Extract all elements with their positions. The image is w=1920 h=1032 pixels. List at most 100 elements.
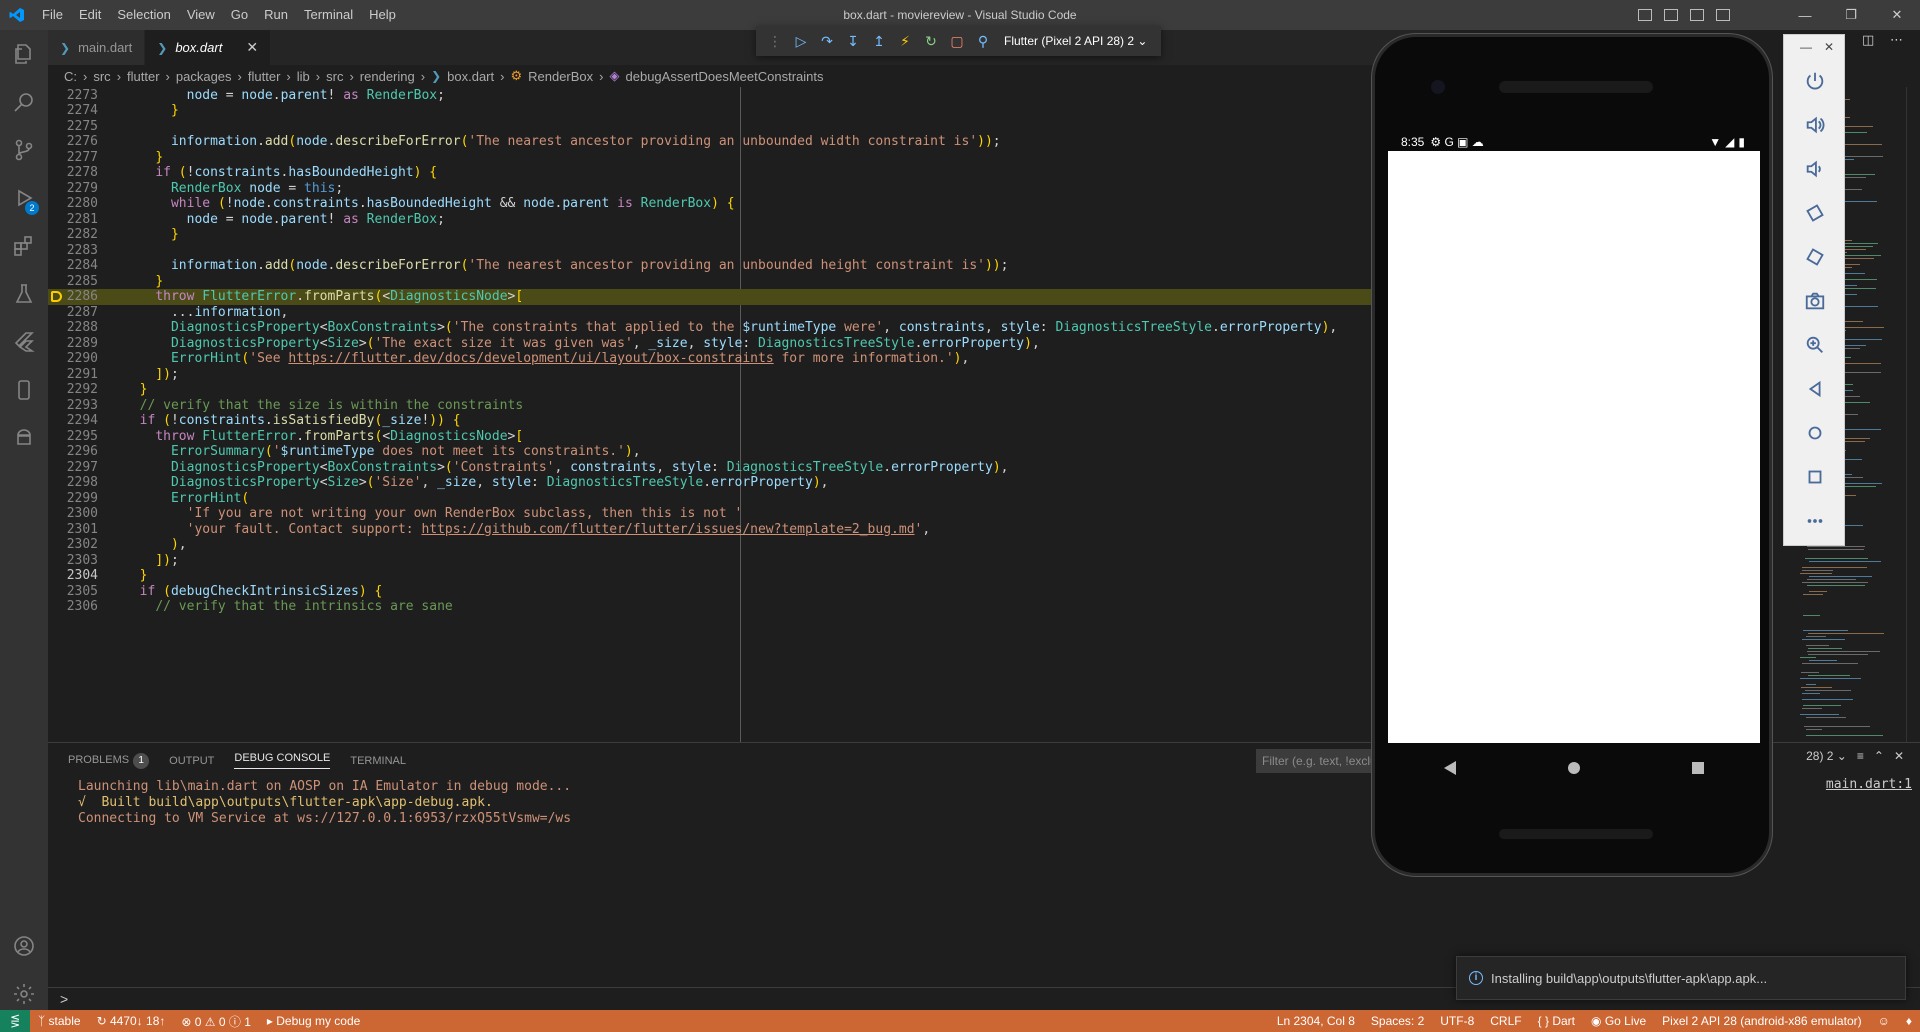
device-selector[interactable]: Flutter (Pixel 2 API 28) 2 ⌄ bbox=[996, 34, 1155, 48]
split-editor-icon[interactable]: ◫ bbox=[1862, 32, 1874, 48]
breadcrumb-item[interactable]: debugAssertDoesMeetConstraints bbox=[626, 69, 824, 84]
code-line[interactable]: 2306 // verify that the intrinsics are s… bbox=[48, 599, 1400, 615]
tab-problems[interactable]: PROBLEMS 1 bbox=[68, 752, 150, 769]
code-line[interactable]: 2302 ), bbox=[48, 537, 1400, 553]
code-line[interactable]: 2292 } bbox=[48, 382, 1400, 398]
customize-layout-icon[interactable] bbox=[1716, 9, 1730, 21]
recents-icon[interactable] bbox=[1692, 762, 1704, 774]
remote-icon[interactable]: ⋚ bbox=[0, 1010, 30, 1032]
zoom-icon[interactable] bbox=[1784, 323, 1846, 367]
breadcrumb-item[interactable]: rendering bbox=[360, 69, 415, 84]
breadcrumb-item[interactable]: packages bbox=[176, 69, 232, 84]
code-line[interactable]: 2294 if (!constraints.isSatisfiedBy(_siz… bbox=[48, 413, 1400, 429]
code-line[interactable]: 2279 RenderBox node = this; bbox=[48, 181, 1400, 197]
testing-icon[interactable] bbox=[0, 270, 48, 318]
code-line[interactable]: 2275 bbox=[48, 119, 1400, 135]
indentation[interactable]: Spaces: 2 bbox=[1363, 1014, 1432, 1028]
more-options-icon[interactable] bbox=[1784, 499, 1846, 543]
tab-terminal[interactable]: TERMINAL bbox=[350, 755, 406, 767]
code-line[interactable]: 2278 if (!constraints.hasBoundedHeight) … bbox=[48, 165, 1400, 181]
menu-go[interactable]: Go bbox=[223, 0, 256, 30]
breadcrumb-item[interactable]: box.dart bbox=[447, 69, 494, 84]
breadcrumb-item[interactable]: RenderBox bbox=[528, 69, 593, 84]
code-line[interactable]: 2287 ...information, bbox=[48, 305, 1400, 321]
code-line[interactable]: 2297 DiagnosticsProperty<BoxConstraints>… bbox=[48, 460, 1400, 476]
breadcrumb-item[interactable]: flutter bbox=[127, 69, 160, 84]
code-line[interactable]: 2304 } bbox=[48, 568, 1400, 584]
code-line[interactable]: 2299 ErrorHint( bbox=[48, 491, 1400, 507]
code-line[interactable]: 2274 } bbox=[48, 103, 1400, 119]
code-line[interactable]: 2277 } bbox=[48, 150, 1400, 166]
code-line[interactable]: 2293 // verify that the size is within t… bbox=[48, 398, 1400, 414]
toggle-secondary-sidebar-icon[interactable] bbox=[1690, 9, 1704, 21]
debug-indicator[interactable]: ▸ Debug my code bbox=[259, 1014, 368, 1028]
tab-box-dart[interactable]: ❯ box.dart ✕ bbox=[145, 30, 272, 65]
sync-indicator[interactable]: ↻ 4470↓ 18↑ bbox=[89, 1014, 174, 1028]
code-line[interactable]: 2288 DiagnosticsProperty<BoxConstraints>… bbox=[48, 320, 1400, 336]
cursor-position[interactable]: Ln 2304, Col 8 bbox=[1269, 1014, 1363, 1028]
code-line[interactable]: 2301 'your fault. Contact support: https… bbox=[48, 522, 1400, 538]
rotate-right-icon[interactable] bbox=[1784, 235, 1846, 279]
more-actions-icon[interactable]: ⋯ bbox=[1890, 32, 1903, 48]
maximize-panel-icon[interactable]: ⌃ bbox=[1874, 749, 1884, 763]
feedback-icon[interactable]: ☺ bbox=[1870, 1014, 1898, 1028]
code-line[interactable]: 2283 bbox=[48, 243, 1400, 259]
code-line[interactable]: 2305 if (debugCheckIntrinsicSizes) { bbox=[48, 584, 1400, 600]
close-icon[interactable]: ✕ bbox=[1824, 40, 1834, 54]
encoding[interactable]: UTF-8 bbox=[1432, 1014, 1482, 1028]
code-line[interactable]: 2298 DiagnosticsProperty<Size>('Size', _… bbox=[48, 475, 1400, 491]
menu-help[interactable]: Help bbox=[361, 0, 404, 30]
step-into-icon[interactable]: ↧ bbox=[840, 28, 866, 54]
code-line[interactable]: 2285 } bbox=[48, 274, 1400, 290]
tab-main-dart[interactable]: ❯ main.dart bbox=[48, 30, 146, 65]
run-debug-icon[interactable]: 2 bbox=[0, 174, 48, 222]
volume-down-icon[interactable] bbox=[1784, 147, 1846, 191]
code-line[interactable]: 2303 ]); bbox=[48, 553, 1400, 569]
problems-indicator[interactable]: ⊗ 0 ⚠ 0 ⓘ 1 bbox=[173, 1013, 259, 1030]
code-line[interactable]: 2289 DiagnosticsProperty<Size>('The exac… bbox=[48, 336, 1400, 352]
power-icon[interactable] bbox=[1784, 59, 1846, 103]
source-link[interactable]: main.dart:1 bbox=[1826, 777, 1912, 792]
menu-file[interactable]: File bbox=[34, 0, 71, 30]
menu-terminal[interactable]: Terminal bbox=[296, 0, 361, 30]
clear-console-icon[interactable]: ≡ bbox=[1857, 749, 1864, 763]
home-icon[interactable] bbox=[1784, 411, 1846, 455]
close-tab-icon[interactable]: ✕ bbox=[246, 39, 258, 56]
flutter-icon[interactable] bbox=[0, 318, 48, 366]
code-line[interactable]: 2291 ]); bbox=[48, 367, 1400, 383]
minimize-icon[interactable]: — bbox=[1782, 8, 1828, 23]
account-icon[interactable] bbox=[0, 922, 48, 970]
session-selector[interactable]: 28) 2 ⌄ bbox=[1806, 749, 1847, 763]
device-icon[interactable] bbox=[0, 366, 48, 414]
code-line[interactable]: 2282 } bbox=[48, 227, 1400, 243]
app-screen[interactable] bbox=[1388, 151, 1760, 743]
branch-indicator[interactable]: ᛉ stable bbox=[30, 1014, 89, 1028]
line-ending[interactable]: CRLF bbox=[1482, 1014, 1529, 1028]
minimize-icon[interactable]: — bbox=[1800, 40, 1812, 54]
menu-run[interactable]: Run bbox=[256, 0, 296, 30]
overview-icon[interactable] bbox=[1784, 455, 1846, 499]
extensions-icon[interactable] bbox=[0, 222, 48, 270]
notification-toast[interactable]: i Installing build\app\outputs\flutter-a… bbox=[1456, 956, 1906, 1000]
menu-view[interactable]: View bbox=[179, 0, 223, 30]
stop-icon[interactable]: ▢ bbox=[944, 28, 970, 54]
step-out-icon[interactable]: ↥ bbox=[866, 28, 892, 54]
code-editor[interactable]: 2272 while (!node.constraints.hasBounded… bbox=[48, 87, 1400, 742]
search-icon[interactable] bbox=[0, 78, 48, 126]
toggle-panel-icon[interactable] bbox=[1664, 9, 1678, 21]
code-line[interactable]: 2281 node = node.parent! as RenderBox; bbox=[48, 212, 1400, 228]
breadcrumb-item[interactable]: src bbox=[93, 69, 110, 84]
android-icon[interactable] bbox=[0, 414, 48, 462]
drag-handle-icon[interactable]: ⋮ bbox=[762, 28, 788, 54]
toggle-sidebar-icon[interactable] bbox=[1638, 9, 1652, 21]
restart-icon[interactable]: ↻ bbox=[918, 28, 944, 54]
screenshot-camera-icon[interactable] bbox=[1784, 279, 1846, 323]
tab-output[interactable]: OUTPUT bbox=[169, 755, 214, 767]
rotate-left-icon[interactable] bbox=[1784, 191, 1846, 235]
paused-code-line[interactable]: 2286 throw FlutterError.fromParts(<Diagn… bbox=[48, 289, 1400, 305]
breadcrumb-item[interactable]: C: bbox=[64, 69, 77, 84]
code-line[interactable]: 2273 node = node.parent! as RenderBox; bbox=[48, 88, 1400, 104]
editor-scrollbar[interactable] bbox=[1906, 87, 1920, 742]
back-icon[interactable] bbox=[1444, 761, 1456, 775]
breadcrumb-item[interactable]: src bbox=[326, 69, 343, 84]
